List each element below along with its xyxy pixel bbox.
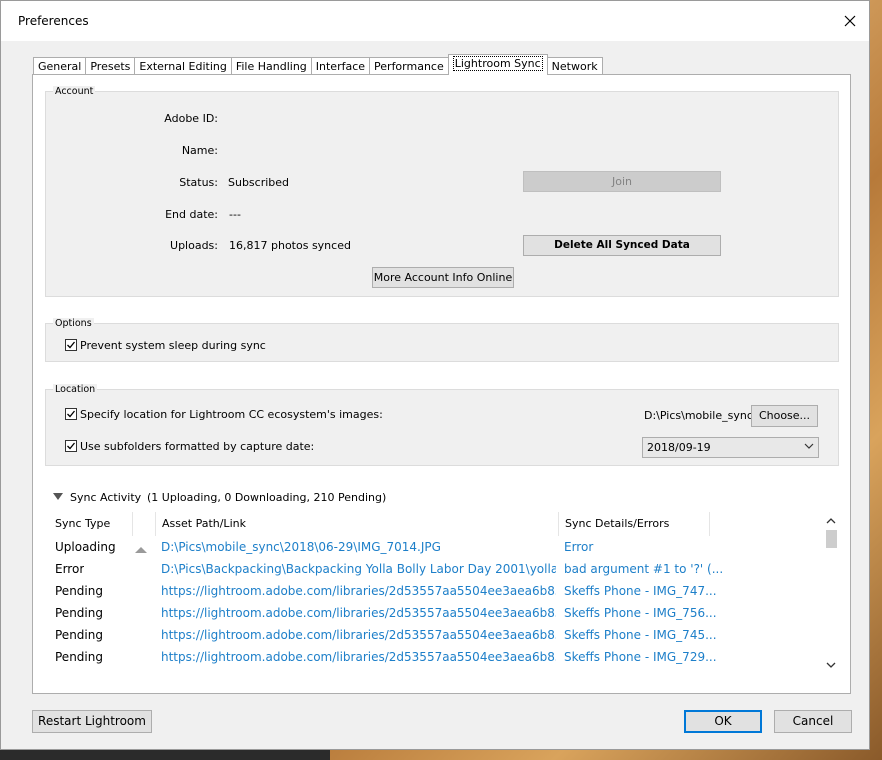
use-subfolders-label: Use subfolders formatted by capture date… bbox=[80, 440, 315, 453]
sync-activity-title: Sync Activity bbox=[70, 491, 142, 504]
end-date-label: End date: bbox=[165, 208, 218, 221]
tab-performance[interactable]: Performance bbox=[369, 57, 449, 75]
column-header-sync-type[interactable]: Sync Type bbox=[49, 512, 133, 536]
account-group: Account Adobe ID: Name: Status: Subscrib… bbox=[45, 86, 839, 297]
tab-interface[interactable]: Interface bbox=[310, 57, 371, 75]
row-sync-type: Pending bbox=[55, 606, 103, 620]
tab-file-handling[interactable]: File Handling bbox=[230, 57, 312, 75]
restart-lightroom-button[interactable]: Restart Lightroom bbox=[32, 710, 152, 733]
row-sync-type: Pending bbox=[55, 628, 103, 642]
specify-location-label: Specify location for Lightroom CC ecosys… bbox=[80, 408, 383, 421]
row-asset-path[interactable]: https://lightroom.adobe.com/libraries/2d… bbox=[161, 650, 556, 664]
location-legend: Location bbox=[53, 384, 98, 395]
row-sync-details: Skeffs Phone - IMG_729... bbox=[564, 650, 717, 664]
adobe-id-label: Adobe ID: bbox=[164, 112, 218, 125]
uploading-arrow-icon bbox=[135, 543, 147, 557]
row-asset-path[interactable]: https://lightroom.adobe.com/libraries/2d… bbox=[161, 628, 556, 642]
row-sync-type: Error bbox=[55, 562, 85, 576]
row-asset-path[interactable]: https://lightroom.adobe.com/libraries/2d… bbox=[161, 606, 556, 620]
end-date-value: --- bbox=[229, 208, 241, 221]
date-format-dropdown[interactable]: 2018/09-19 bbox=[642, 437, 819, 458]
table-row[interactable]: Pending https://lightroom.adobe.com/libr… bbox=[49, 625, 819, 647]
status-value: Subscribed bbox=[228, 176, 290, 189]
close-button[interactable] bbox=[837, 9, 863, 33]
triangle-down-icon[interactable] bbox=[53, 493, 63, 500]
row-sync-type: Uploading bbox=[55, 540, 116, 554]
row-sync-type: Pending bbox=[55, 650, 103, 664]
chevron-up-icon[interactable] bbox=[823, 514, 839, 528]
use-subfolders-checkbox[interactable] bbox=[65, 440, 77, 452]
ok-button[interactable]: OK bbox=[684, 710, 762, 733]
tab-network[interactable]: Network bbox=[546, 57, 603, 75]
more-account-info-button[interactable]: More Account Info Online bbox=[372, 267, 514, 288]
options-legend: Options bbox=[53, 318, 94, 329]
tab-strip: General Presets External Editing File Ha… bbox=[33, 54, 603, 75]
checkmark-icon bbox=[67, 410, 76, 418]
status-label: Status: bbox=[179, 176, 218, 189]
tab-general[interactable]: General bbox=[33, 57, 87, 75]
scrollbar-thumb[interactable] bbox=[826, 530, 837, 548]
sync-activity-list[interactable]: Sync Type Asset Path/Link Sync Details/E… bbox=[49, 512, 839, 675]
row-asset-path[interactable]: D:\Pics\mobile_sync\2018\06-29\IMG_7014.… bbox=[161, 540, 556, 554]
cancel-button[interactable]: Cancel bbox=[774, 710, 852, 733]
prevent-sleep-checkbox[interactable] bbox=[65, 339, 77, 351]
date-format-value: 2018/09-19 bbox=[647, 441, 711, 454]
tab-external-editing[interactable]: External Editing bbox=[134, 57, 232, 75]
chevron-down-icon bbox=[804, 441, 814, 454]
checkmark-icon bbox=[67, 442, 76, 450]
account-legend: Account bbox=[53, 86, 96, 97]
table-row[interactable]: Error D:\Pics\Backpacking\Backpacking Yo… bbox=[49, 559, 819, 581]
table-row[interactable]: Pending https://lightroom.adobe.com/libr… bbox=[49, 581, 819, 603]
title-bar: Preferences bbox=[1, 1, 869, 41]
table-row[interactable]: Pending https://lightroom.adobe.com/libr… bbox=[49, 603, 819, 625]
row-sync-details: Skeffs Phone - IMG_745... bbox=[564, 628, 717, 642]
delete-all-synced-data-button[interactable]: Delete All Synced Data bbox=[523, 235, 721, 256]
preferences-dialog: Preferences General Presets External Edi… bbox=[0, 0, 870, 750]
window-title: Preferences bbox=[18, 14, 89, 28]
row-asset-path[interactable]: D:\Pics\Backpacking\Backpacking Yolla Bo… bbox=[161, 562, 556, 576]
tab-presets[interactable]: Presets bbox=[85, 57, 136, 75]
uploads-value: 16,817 photos synced bbox=[229, 239, 351, 252]
uploads-label: Uploads: bbox=[170, 239, 218, 252]
specify-location-checkbox[interactable] bbox=[65, 408, 77, 420]
tab-lightroom-sync-label: Lightroom Sync bbox=[452, 56, 543, 71]
checkmark-icon bbox=[67, 341, 76, 349]
join-button[interactable]: Join bbox=[523, 171, 721, 192]
chevron-down-icon[interactable] bbox=[823, 658, 839, 672]
sync-location-path: D:\Pics\mobile_sync bbox=[644, 409, 753, 422]
column-header-asset-path[interactable]: Asset Path/Link bbox=[156, 512, 559, 536]
row-sync-details: Error bbox=[564, 540, 594, 554]
vertical-scrollbar[interactable] bbox=[823, 512, 839, 675]
row-sync-details: Skeffs Phone - IMG_756... bbox=[564, 606, 717, 620]
row-sync-type: Pending bbox=[55, 584, 103, 598]
column-header-sync-details[interactable]: Sync Details/Errors bbox=[559, 512, 710, 536]
close-icon bbox=[844, 15, 856, 27]
prevent-sleep-label: Prevent system sleep during sync bbox=[80, 339, 266, 352]
table-row[interactable]: Uploading D:\Pics\mobile_sync\2018\06-29… bbox=[49, 537, 819, 559]
location-group: Location Specify location for Lightroom … bbox=[45, 384, 839, 466]
row-sync-details: Skeffs Phone - IMG_747... bbox=[564, 584, 717, 598]
column-header-sort[interactable] bbox=[133, 512, 156, 536]
row-asset-path[interactable]: https://lightroom.adobe.com/libraries/2d… bbox=[161, 584, 556, 598]
choose-location-button[interactable]: Choose... bbox=[751, 405, 818, 427]
name-label: Name: bbox=[181, 144, 218, 157]
row-sync-details: bad argument #1 to '?' (... bbox=[564, 562, 724, 576]
tab-lightroom-sync[interactable]: Lightroom Sync bbox=[447, 54, 548, 75]
options-group: Options Prevent system sleep during sync bbox=[45, 318, 839, 362]
table-row[interactable]: Pending https://lightroom.adobe.com/libr… bbox=[49, 647, 819, 669]
sync-activity-summary: (1 Uploading, 0 Downloading, 210 Pending… bbox=[147, 491, 387, 504]
